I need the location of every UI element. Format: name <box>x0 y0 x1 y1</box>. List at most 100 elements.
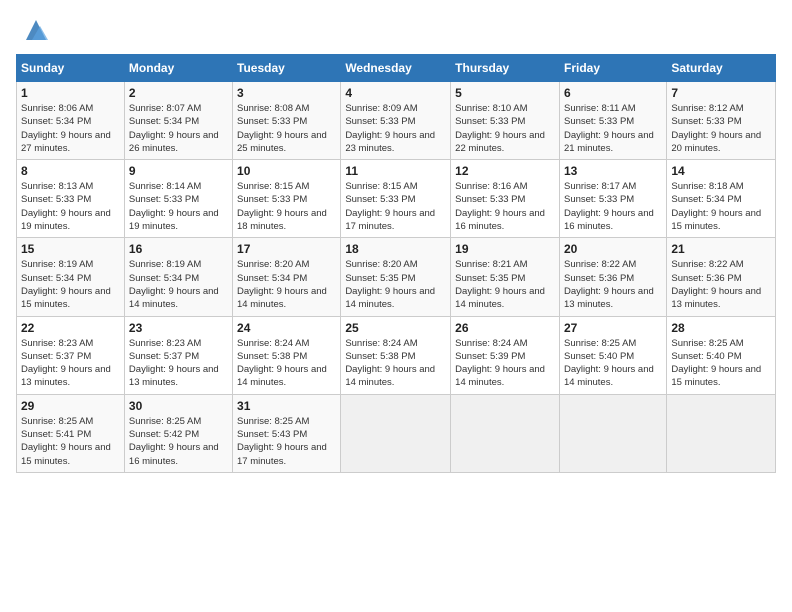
weekday-header-friday: Friday <box>559 55 666 82</box>
day-info: Sunrise: 8:24 AMSunset: 5:38 PMDaylight:… <box>237 338 327 389</box>
logo-icon <box>22 16 50 44</box>
weekday-header-tuesday: Tuesday <box>233 55 341 82</box>
day-number: 14 <box>671 164 771 178</box>
day-info: Sunrise: 8:15 AMSunset: 5:33 PMDaylight:… <box>237 181 327 232</box>
day-info: Sunrise: 8:11 AMSunset: 5:33 PMDaylight:… <box>564 103 654 154</box>
day-info: Sunrise: 8:09 AMSunset: 5:33 PMDaylight:… <box>345 103 435 154</box>
calendar-cell: 28 Sunrise: 8:25 AMSunset: 5:40 PMDaylig… <box>667 316 776 394</box>
day-number: 31 <box>237 399 336 413</box>
day-info: Sunrise: 8:25 AMSunset: 5:41 PMDaylight:… <box>21 416 111 467</box>
calendar-week-3: 15 Sunrise: 8:19 AMSunset: 5:34 PMDaylig… <box>17 238 776 316</box>
calendar-cell: 29 Sunrise: 8:25 AMSunset: 5:41 PMDaylig… <box>17 394 125 472</box>
calendar-cell: 13 Sunrise: 8:17 AMSunset: 5:33 PMDaylig… <box>559 160 666 238</box>
calendar-cell: 20 Sunrise: 8:22 AMSunset: 5:36 PMDaylig… <box>559 238 666 316</box>
day-info: Sunrise: 8:24 AMSunset: 5:38 PMDaylight:… <box>345 338 435 389</box>
calendar-cell: 16 Sunrise: 8:19 AMSunset: 5:34 PMDaylig… <box>124 238 232 316</box>
calendar-cell: 23 Sunrise: 8:23 AMSunset: 5:37 PMDaylig… <box>124 316 232 394</box>
day-number: 1 <box>21 86 120 100</box>
weekday-header-sunday: Sunday <box>17 55 125 82</box>
day-info: Sunrise: 8:13 AMSunset: 5:33 PMDaylight:… <box>21 181 111 232</box>
weekday-header-wednesday: Wednesday <box>341 55 451 82</box>
day-number: 8 <box>21 164 120 178</box>
day-info: Sunrise: 8:20 AMSunset: 5:34 PMDaylight:… <box>237 259 327 310</box>
calendar-week-5: 29 Sunrise: 8:25 AMSunset: 5:41 PMDaylig… <box>17 394 776 472</box>
day-number: 30 <box>129 399 228 413</box>
day-info: Sunrise: 8:07 AMSunset: 5:34 PMDaylight:… <box>129 103 219 154</box>
calendar-cell: 6 Sunrise: 8:11 AMSunset: 5:33 PMDayligh… <box>559 82 666 160</box>
day-info: Sunrise: 8:08 AMSunset: 5:33 PMDaylight:… <box>237 103 327 154</box>
calendar-table: SundayMondayTuesdayWednesdayThursdayFrid… <box>16 54 776 473</box>
day-number: 20 <box>564 242 662 256</box>
day-info: Sunrise: 8:16 AMSunset: 5:33 PMDaylight:… <box>455 181 545 232</box>
weekday-header-monday: Monday <box>124 55 232 82</box>
day-number: 7 <box>671 86 771 100</box>
calendar-cell: 15 Sunrise: 8:19 AMSunset: 5:34 PMDaylig… <box>17 238 125 316</box>
calendar-cell: 7 Sunrise: 8:12 AMSunset: 5:33 PMDayligh… <box>667 82 776 160</box>
day-number: 26 <box>455 321 555 335</box>
calendar-cell: 24 Sunrise: 8:24 AMSunset: 5:38 PMDaylig… <box>233 316 341 394</box>
calendar-cell <box>559 394 666 472</box>
calendar-cell: 18 Sunrise: 8:20 AMSunset: 5:35 PMDaylig… <box>341 238 451 316</box>
calendar-cell: 14 Sunrise: 8:18 AMSunset: 5:34 PMDaylig… <box>667 160 776 238</box>
calendar-cell: 31 Sunrise: 8:25 AMSunset: 5:43 PMDaylig… <box>233 394 341 472</box>
day-number: 27 <box>564 321 662 335</box>
day-info: Sunrise: 8:20 AMSunset: 5:35 PMDaylight:… <box>345 259 435 310</box>
day-number: 3 <box>237 86 336 100</box>
day-info: Sunrise: 8:21 AMSunset: 5:35 PMDaylight:… <box>455 259 545 310</box>
day-info: Sunrise: 8:12 AMSunset: 5:33 PMDaylight:… <box>671 103 761 154</box>
day-number: 13 <box>564 164 662 178</box>
day-number: 10 <box>237 164 336 178</box>
page-header <box>16 16 776 44</box>
calendar-cell: 9 Sunrise: 8:14 AMSunset: 5:33 PMDayligh… <box>124 160 232 238</box>
calendar-week-2: 8 Sunrise: 8:13 AMSunset: 5:33 PMDayligh… <box>17 160 776 238</box>
logo <box>16 16 50 44</box>
day-info: Sunrise: 8:10 AMSunset: 5:33 PMDaylight:… <box>455 103 545 154</box>
calendar-cell: 19 Sunrise: 8:21 AMSunset: 5:35 PMDaylig… <box>451 238 560 316</box>
calendar-cell: 12 Sunrise: 8:16 AMSunset: 5:33 PMDaylig… <box>451 160 560 238</box>
day-number: 2 <box>129 86 228 100</box>
calendar-cell <box>667 394 776 472</box>
day-number: 11 <box>345 164 446 178</box>
day-info: Sunrise: 8:25 AMSunset: 5:40 PMDaylight:… <box>564 338 654 389</box>
calendar-cell: 17 Sunrise: 8:20 AMSunset: 5:34 PMDaylig… <box>233 238 341 316</box>
day-number: 19 <box>455 242 555 256</box>
calendar-week-4: 22 Sunrise: 8:23 AMSunset: 5:37 PMDaylig… <box>17 316 776 394</box>
calendar-cell: 26 Sunrise: 8:24 AMSunset: 5:39 PMDaylig… <box>451 316 560 394</box>
calendar-cell: 1 Sunrise: 8:06 AMSunset: 5:34 PMDayligh… <box>17 82 125 160</box>
calendar-week-1: 1 Sunrise: 8:06 AMSunset: 5:34 PMDayligh… <box>17 82 776 160</box>
day-info: Sunrise: 8:24 AMSunset: 5:39 PMDaylight:… <box>455 338 545 389</box>
day-number: 12 <box>455 164 555 178</box>
day-number: 29 <box>21 399 120 413</box>
calendar-cell: 22 Sunrise: 8:23 AMSunset: 5:37 PMDaylig… <box>17 316 125 394</box>
day-info: Sunrise: 8:25 AMSunset: 5:43 PMDaylight:… <box>237 416 327 467</box>
calendar-cell: 27 Sunrise: 8:25 AMSunset: 5:40 PMDaylig… <box>559 316 666 394</box>
day-info: Sunrise: 8:25 AMSunset: 5:42 PMDaylight:… <box>129 416 219 467</box>
day-info: Sunrise: 8:23 AMSunset: 5:37 PMDaylight:… <box>129 338 219 389</box>
weekday-header-saturday: Saturday <box>667 55 776 82</box>
day-number: 23 <box>129 321 228 335</box>
calendar-cell: 21 Sunrise: 8:22 AMSunset: 5:36 PMDaylig… <box>667 238 776 316</box>
page-container: SundayMondayTuesdayWednesdayThursdayFrid… <box>0 0 792 481</box>
day-number: 21 <box>671 242 771 256</box>
weekday-header-thursday: Thursday <box>451 55 560 82</box>
day-info: Sunrise: 8:22 AMSunset: 5:36 PMDaylight:… <box>671 259 761 310</box>
day-number: 17 <box>237 242 336 256</box>
day-number: 18 <box>345 242 446 256</box>
calendar-cell <box>451 394 560 472</box>
calendar-cell: 8 Sunrise: 8:13 AMSunset: 5:33 PMDayligh… <box>17 160 125 238</box>
weekday-header-row: SundayMondayTuesdayWednesdayThursdayFrid… <box>17 55 776 82</box>
calendar-body: 1 Sunrise: 8:06 AMSunset: 5:34 PMDayligh… <box>17 82 776 473</box>
day-info: Sunrise: 8:17 AMSunset: 5:33 PMDaylight:… <box>564 181 654 232</box>
calendar-cell: 5 Sunrise: 8:10 AMSunset: 5:33 PMDayligh… <box>451 82 560 160</box>
day-number: 6 <box>564 86 662 100</box>
day-number: 28 <box>671 321 771 335</box>
day-info: Sunrise: 8:15 AMSunset: 5:33 PMDaylight:… <box>345 181 435 232</box>
day-info: Sunrise: 8:06 AMSunset: 5:34 PMDaylight:… <box>21 103 111 154</box>
day-number: 24 <box>237 321 336 335</box>
day-info: Sunrise: 8:22 AMSunset: 5:36 PMDaylight:… <box>564 259 654 310</box>
day-info: Sunrise: 8:14 AMSunset: 5:33 PMDaylight:… <box>129 181 219 232</box>
day-info: Sunrise: 8:23 AMSunset: 5:37 PMDaylight:… <box>21 338 111 389</box>
day-number: 15 <box>21 242 120 256</box>
calendar-cell: 10 Sunrise: 8:15 AMSunset: 5:33 PMDaylig… <box>233 160 341 238</box>
calendar-cell: 25 Sunrise: 8:24 AMSunset: 5:38 PMDaylig… <box>341 316 451 394</box>
